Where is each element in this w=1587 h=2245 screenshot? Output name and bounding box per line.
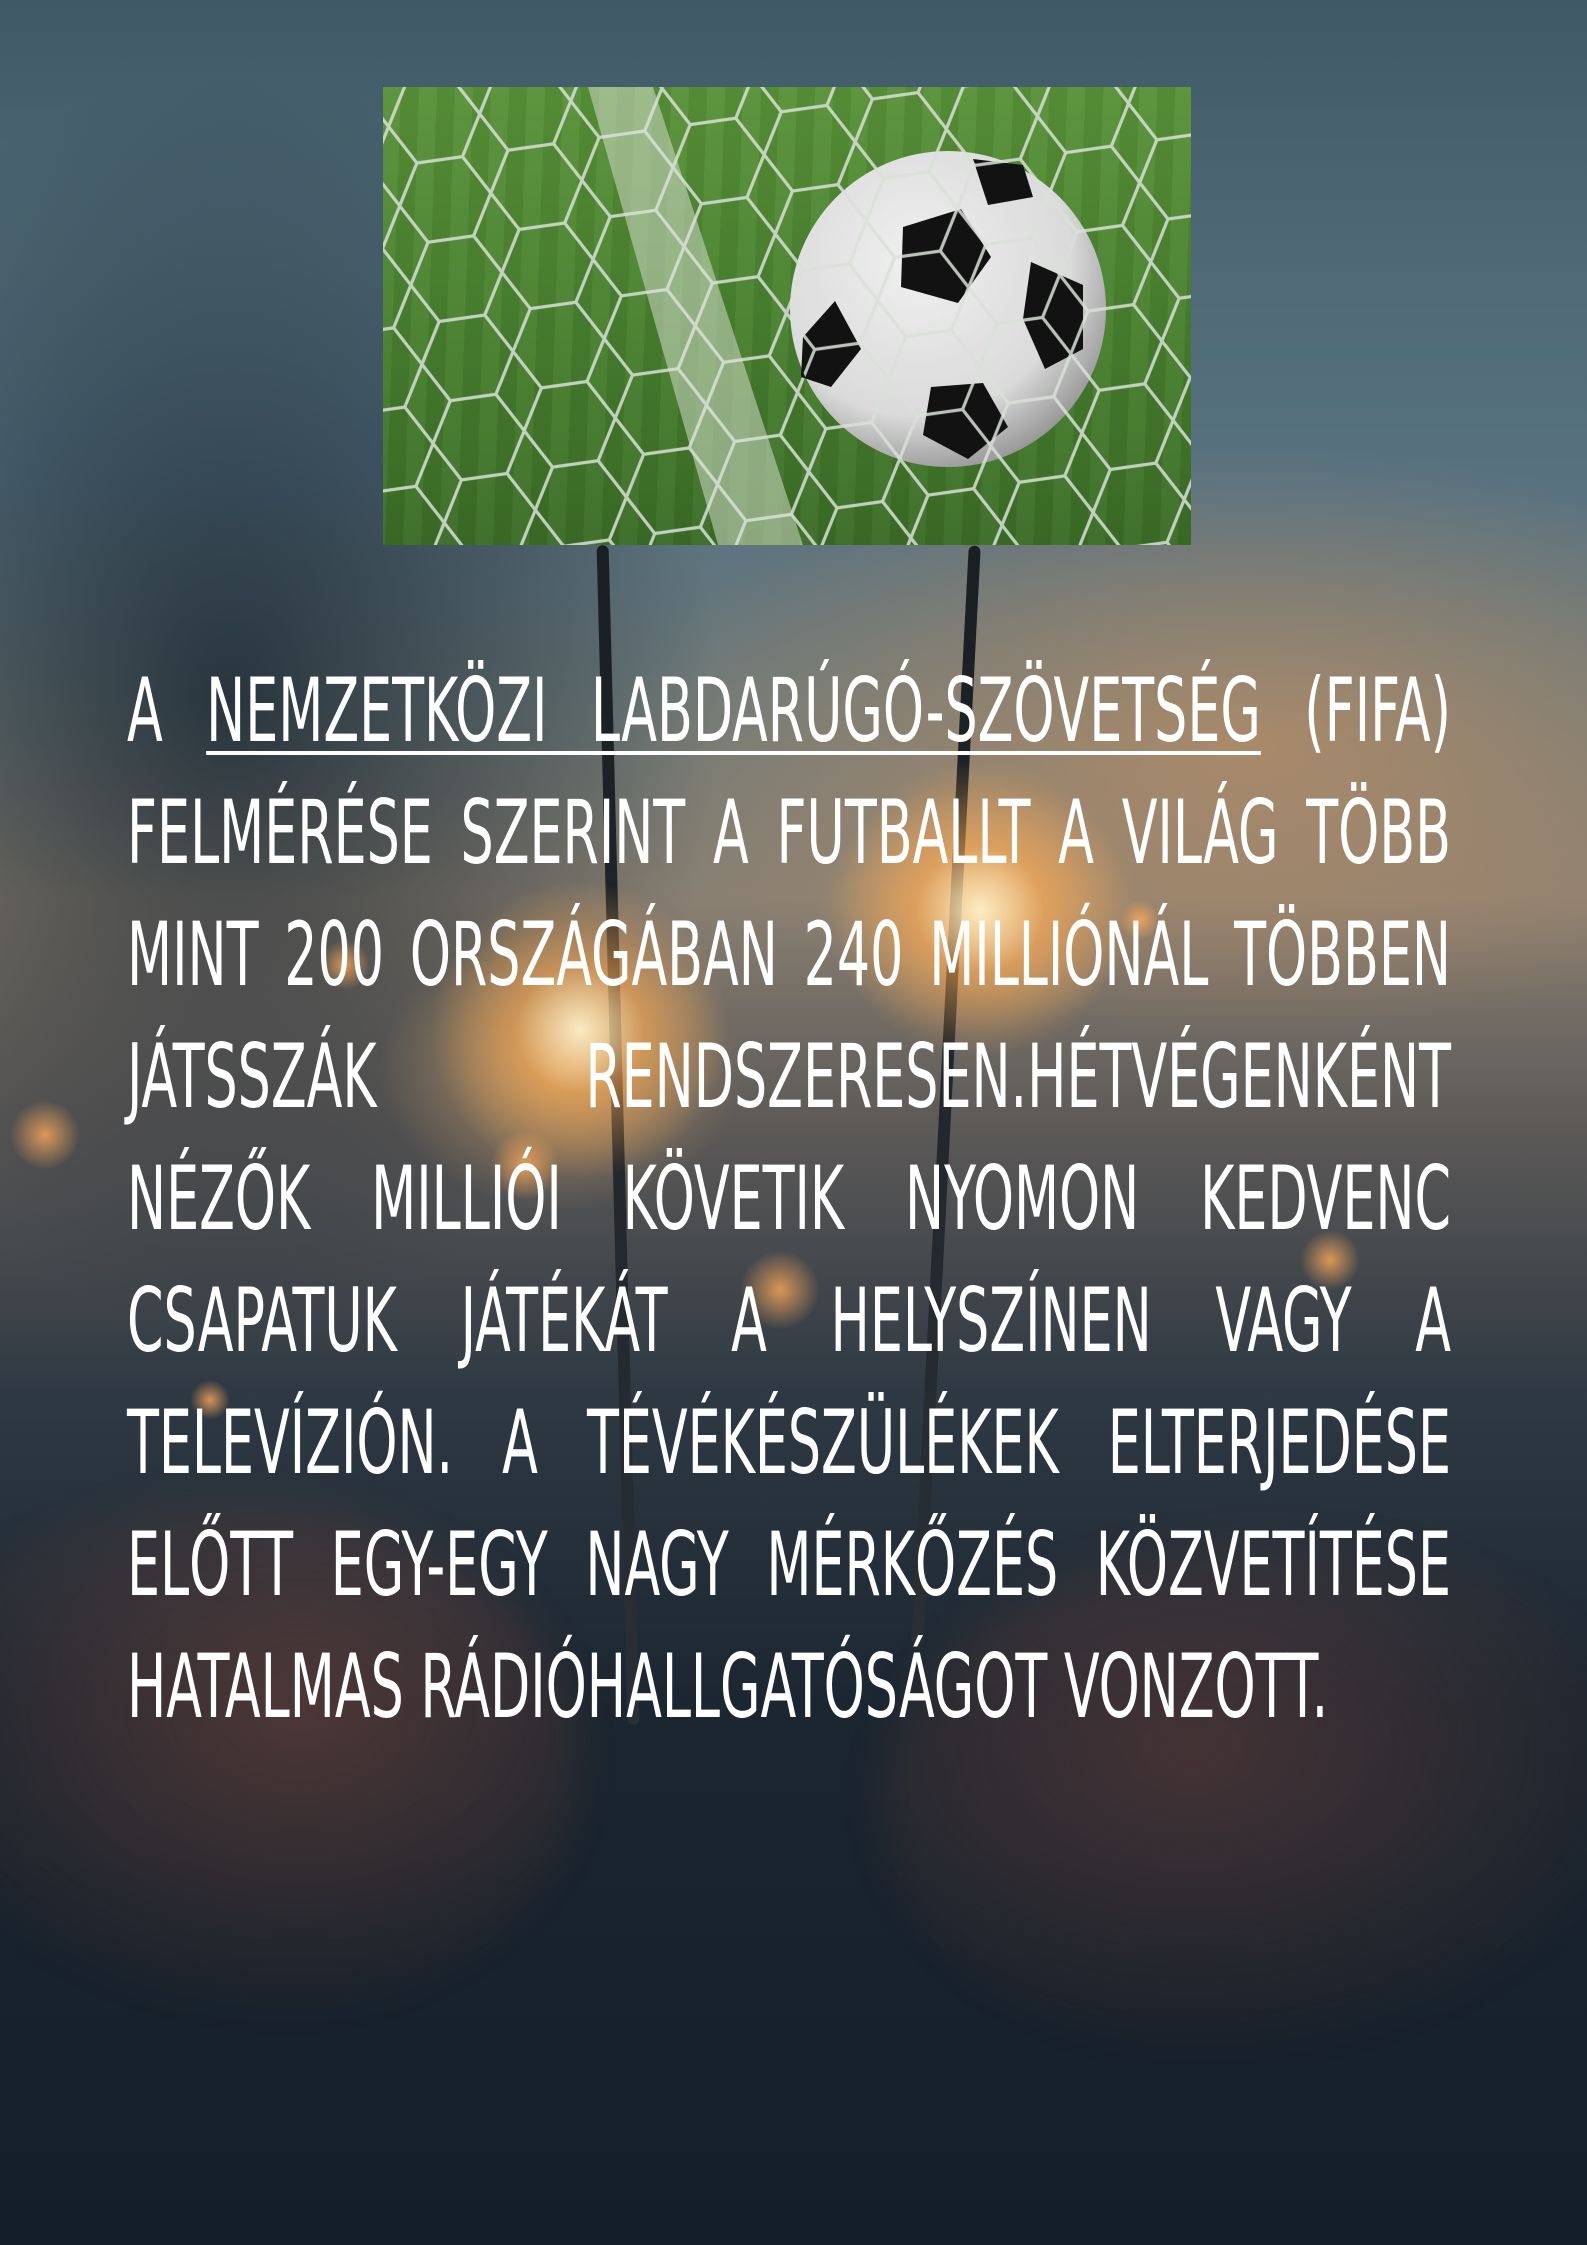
fifa-link[interactable]: NEMZETKÖZI LABDARÚGÓ-SZÖVETSÉG <box>206 659 1261 762</box>
article-body: (FIFA) FELMÉRÉSE SZERINT A FUTBALLT A VI… <box>127 659 1451 1738</box>
page-background: A NEMZETKÖZI LABDARÚGÓ-SZÖVETSÉG (FIFA) … <box>0 0 1587 2245</box>
soccer-ball-in-net-icon <box>383 87 1191 545</box>
bokeh-light <box>10 1100 80 1170</box>
soccer-ball-in-net-photo <box>383 87 1191 545</box>
article-prefix: A <box>127 659 163 762</box>
article-paragraph: A NEMZETKÖZI LABDARÚGÓ-SZÖVETSÉG (FIFA) … <box>127 650 1451 1748</box>
